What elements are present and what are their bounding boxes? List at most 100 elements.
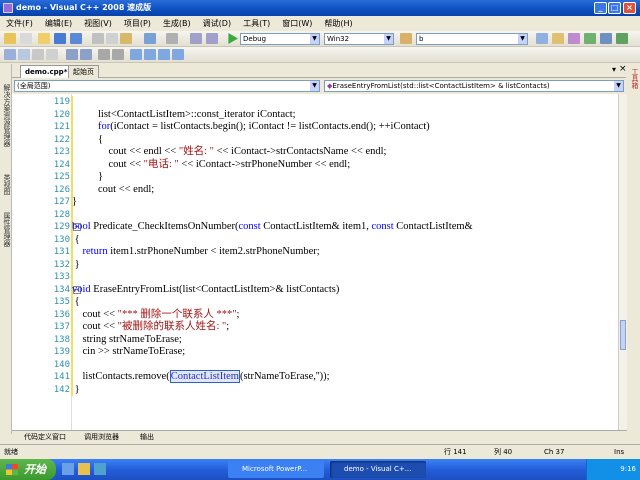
line-number: 137 xyxy=(53,322,70,332)
code-line[interactable]: list<ContactListItem>::const_iterator iC… xyxy=(98,109,296,122)
find-combo[interactable]: b ▼ xyxy=(416,33,528,45)
scope-select[interactable]: (全局范围) ▼ xyxy=(14,80,320,92)
indent-icon[interactable] xyxy=(80,49,92,60)
save-icon[interactable] xyxy=(54,33,66,44)
code-line[interactable]: { xyxy=(72,234,80,247)
close-document-icon[interactable]: × xyxy=(619,64,627,74)
system-tray: 9:16 xyxy=(586,459,640,480)
open-file-icon[interactable] xyxy=(38,33,50,44)
line-number: 134 xyxy=(53,284,70,295)
parameter-info-icon[interactable] xyxy=(18,49,30,60)
taskbar-task-powerpoint[interactable]: Microsoft PowerP... xyxy=(228,461,324,478)
code-line[interactable]: } xyxy=(72,196,77,209)
tab-code-definition[interactable]: 代码定义窗口 xyxy=(14,432,66,444)
code-line[interactable]: return item1.strPhoneNumber < item2.strP… xyxy=(72,246,320,259)
outdent-icon[interactable] xyxy=(66,49,78,60)
dock-class-view[interactable]: 类视图 xyxy=(2,174,12,195)
menu-build[interactable]: 生成(B) xyxy=(157,16,197,31)
line-number: 140 xyxy=(53,359,70,370)
comment-icon[interactable] xyxy=(98,49,110,60)
tab-start-page[interactable]: 起始页 xyxy=(68,65,99,78)
code-line[interactable]: } xyxy=(72,384,80,397)
uncomment-icon[interactable] xyxy=(112,49,124,60)
taskbar: 开始 Microsoft PowerP... demo - Visual C+.… xyxy=(0,459,640,480)
solution-explorer-icon[interactable] xyxy=(536,33,548,44)
line-number: 122 xyxy=(53,134,70,145)
quicklaunch-ie-icon[interactable] xyxy=(62,463,74,475)
line-number: 136 xyxy=(53,309,70,320)
line-number: 141 xyxy=(53,372,70,382)
menu-edit[interactable]: 编辑(E) xyxy=(39,16,78,31)
menu-help[interactable]: 帮助(H) xyxy=(318,16,358,31)
find-in-files-icon[interactable] xyxy=(400,33,412,44)
status-ready: 就绪 xyxy=(4,448,18,456)
quicklaunch-desktop-icon[interactable] xyxy=(94,463,106,475)
tab-dropdown-icon[interactable]: ▾ xyxy=(612,65,616,74)
code-line[interactable]: for(iContact = listContacts.begin(); iCo… xyxy=(98,121,430,134)
solution-configuration-select[interactable]: Debug ▼ xyxy=(240,33,320,45)
scrollbar-thumb[interactable] xyxy=(620,320,626,350)
toolbox-icon[interactable] xyxy=(584,33,596,44)
new-project-icon[interactable] xyxy=(4,33,16,44)
quicklaunch-folder-icon[interactable] xyxy=(78,463,90,475)
code-line[interactable]: cout << "*** 删除一个联系人 ***"; xyxy=(72,309,240,322)
copy-icon[interactable] xyxy=(106,33,118,44)
solution-platform-select[interactable]: Win32 ▼ xyxy=(324,33,394,45)
code-line[interactable]: } xyxy=(72,259,80,272)
save-all-icon[interactable] xyxy=(70,33,82,44)
menu-window[interactable]: 窗口(W) xyxy=(276,16,318,31)
editor-vertical-scrollbar[interactable] xyxy=(618,94,627,430)
display-object-member-list-icon[interactable] xyxy=(4,49,16,60)
status-insert-mode: Ins xyxy=(614,448,625,456)
toggle-bookmark-icon[interactable] xyxy=(130,49,142,60)
start-page-icon[interactable] xyxy=(600,33,612,44)
code-line[interactable]: string strNameToErase; xyxy=(72,334,182,347)
code-line[interactable]: cout << "电话: " << iContact->strPhoneNumb… xyxy=(98,159,351,172)
dock-toolbox[interactable]: 工具箱 xyxy=(630,68,640,89)
menu-project[interactable]: 项目(P) xyxy=(118,16,157,31)
close-button[interactable]: × xyxy=(623,2,636,14)
code-editor[interactable]: 119 120 121 122 123 124 125 126 127 128 129−130 131… xyxy=(12,94,618,430)
code-line[interactable]: { xyxy=(72,296,80,309)
code-line[interactable]: } xyxy=(98,171,103,184)
paste-icon[interactable] xyxy=(120,33,132,44)
tab-call-browser[interactable]: 调用浏览器 xyxy=(74,432,119,444)
clear-bookmarks-icon[interactable] xyxy=(172,49,184,60)
dock-property-manager[interactable]: 属性管理器 xyxy=(2,212,12,247)
code-line[interactable]: cin >> strNameToErase; xyxy=(72,346,186,359)
menu-file[interactable]: 文件(F) xyxy=(0,16,39,31)
next-bookmark-icon[interactable] xyxy=(158,49,170,60)
cut-icon[interactable] xyxy=(92,33,104,44)
start-debugging-icon[interactable] xyxy=(228,33,238,44)
minimize-button[interactable]: _ xyxy=(594,2,607,14)
navigate-forward-icon[interactable] xyxy=(206,33,218,44)
menu-view[interactable]: 视图(V) xyxy=(78,16,118,31)
tab-output[interactable]: 输出 xyxy=(130,432,154,444)
quick-info-icon[interactable] xyxy=(32,49,44,60)
properties-icon[interactable] xyxy=(552,33,564,44)
maximize-button[interactable]: □ xyxy=(608,2,621,14)
code-line[interactable]: listContacts.remove(ContactListItem(strN… xyxy=(72,370,330,384)
add-item-icon[interactable] xyxy=(20,33,32,44)
complete-word-icon[interactable] xyxy=(46,49,58,60)
redo-icon[interactable] xyxy=(166,33,178,44)
line-number: 133 xyxy=(53,272,70,282)
menu-debug[interactable]: 调试(D) xyxy=(197,16,237,31)
menu-tools[interactable]: 工具(T) xyxy=(237,16,276,31)
taskbar-task-visual-cpp[interactable]: demo - Visual C+... xyxy=(330,461,426,478)
code-line[interactable]: void EraseEntryFromList(list<ContactList… xyxy=(72,284,339,297)
previous-bookmark-icon[interactable] xyxy=(144,49,156,60)
code-line[interactable]: cout << "被删除的联系人姓名: "; xyxy=(72,321,230,334)
code-line[interactable]: { xyxy=(98,134,103,147)
code-line[interactable]: bool Predicate_CheckItemsOnNumber(const … xyxy=(72,221,473,234)
undo-icon[interactable] xyxy=(144,33,156,44)
code-line[interactable]: cout << endl; xyxy=(98,184,154,197)
navigate-back-icon[interactable] xyxy=(190,33,202,44)
start-button[interactable]: 开始 xyxy=(0,459,56,480)
object-browser-icon[interactable] xyxy=(616,33,628,44)
code-line[interactable]: cout << endl << "姓名: " << iContact->strC… xyxy=(98,146,387,159)
dock-solution-explorer[interactable]: 解决方案资源管理器 xyxy=(2,84,12,147)
tab-demo-cpp[interactable]: demo.cpp* xyxy=(20,65,73,78)
class-view-icon[interactable] xyxy=(568,33,580,44)
member-select[interactable]: ◆EraseEntryFromList(std::list<ContactLis… xyxy=(324,80,624,92)
